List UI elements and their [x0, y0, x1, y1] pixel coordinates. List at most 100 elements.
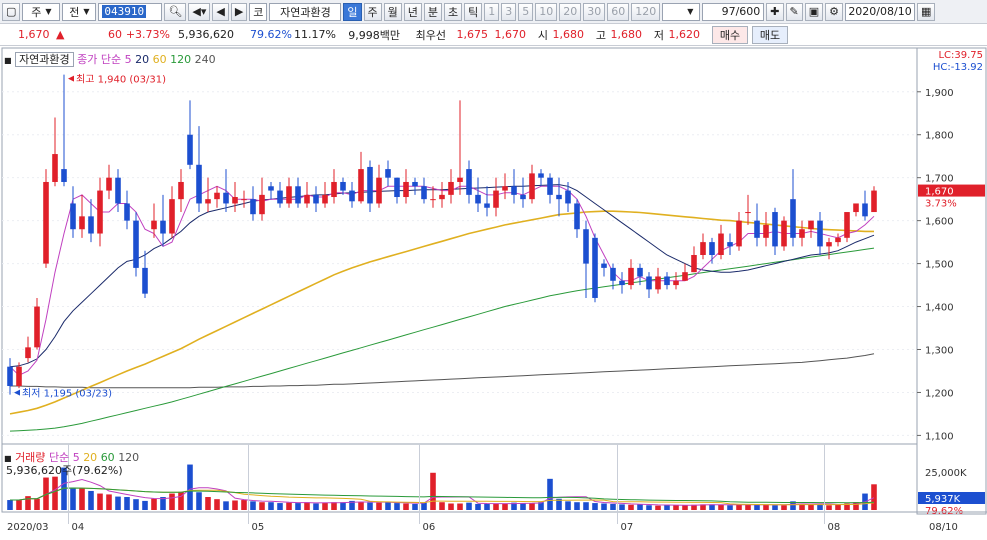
volume-bar: [529, 503, 535, 510]
candle-body: [178, 181, 184, 200]
custom-interval-select[interactable]: ▼: [662, 2, 701, 21]
speaker-icon[interactable]: ◀▾: [188, 2, 211, 21]
candle-body: [322, 194, 328, 204]
calendar-icon[interactable]: ▦: [917, 2, 936, 21]
gear-icon[interactable]: ⚙: [825, 2, 844, 21]
up-arrow-icon: ▲: [56, 28, 65, 41]
candle-body: [124, 203, 130, 221]
volume-bar: [367, 502, 373, 510]
volume-bar: [259, 502, 265, 510]
volume-bar: [637, 504, 643, 510]
candle-body: [754, 220, 760, 238]
chevron-down-icon: ▼: [83, 7, 90, 16]
candle-body: [412, 181, 418, 187]
x-tick-label: 08: [828, 522, 841, 533]
volume-bar: [475, 503, 481, 510]
date-field[interactable]: 2020/08/10: [845, 2, 916, 21]
buy-button[interactable]: 매수: [712, 25, 748, 44]
volume-bar: [682, 505, 688, 510]
volume-bar: [439, 502, 445, 510]
candle-body: [394, 177, 400, 198]
code-input[interactable]: 043910: [98, 2, 163, 21]
candle-body: [61, 169, 67, 182]
interval-5-button[interactable]: 5: [518, 2, 534, 21]
candle-body: [358, 169, 364, 202]
candle-body: [610, 267, 616, 281]
period-month-button[interactable]: 월: [383, 2, 402, 21]
market-tag: 코: [249, 2, 268, 21]
period-second-button[interactable]: 초: [444, 2, 463, 21]
stock-name: 자연과환경: [269, 2, 342, 21]
volume-bar: [322, 502, 328, 510]
price-ma-label: 종가 단순: [77, 53, 122, 66]
next-icon[interactable]: ▶: [230, 2, 248, 21]
chart-area[interactable]: 1,900 1,800 1,700 1,600 1,500 1,400 1,300 1,200…: [0, 46, 987, 537]
volume-bar: [592, 503, 598, 510]
volume-bar: [673, 505, 679, 510]
candle-body: [862, 203, 868, 217]
candle-body: [205, 199, 211, 204]
save-icon[interactable]: ▣: [804, 2, 824, 21]
y-axis-frame: [916, 47, 987, 515]
candle-body: [34, 306, 40, 348]
open-price: 1,680: [552, 28, 585, 41]
period-year-button[interactable]: 년: [403, 2, 422, 21]
interval-20-button[interactable]: 20: [559, 2, 582, 21]
period-tick-button[interactable]: 틱: [464, 2, 483, 21]
period-week-button[interactable]: 주: [363, 2, 382, 21]
search-icon[interactable]: 🔍︎: [164, 2, 187, 21]
prev-icon[interactable]: ◀: [212, 2, 229, 21]
quote-bar: 1,670 ▲ 60 +3.73% 5,936,620 79.62% 11.17…: [0, 24, 987, 46]
candle-body: [250, 199, 256, 215]
volume-bar: [250, 501, 256, 510]
volume-bar: [421, 502, 427, 510]
candle-body: [223, 192, 229, 204]
window-icon[interactable]: ▢: [2, 2, 21, 21]
candle-body: [142, 267, 148, 294]
crosshair-icon[interactable]: ✚: [766, 2, 784, 21]
candle-body: [826, 242, 832, 247]
candle-body: [871, 190, 877, 213]
volume-bar: [628, 504, 634, 510]
x-tick-label: 06: [423, 522, 436, 533]
interval-1-button[interactable]: 1: [484, 2, 500, 21]
x-current-date-label: 08/10: [929, 522, 958, 533]
candle-body: [286, 186, 292, 204]
volume-bar: [286, 502, 292, 510]
interval-10-button[interactable]: 10: [535, 2, 558, 21]
code-value: 043910: [102, 5, 147, 18]
candle-body: [538, 173, 544, 178]
candle-body: [169, 199, 175, 234]
interval-30-button[interactable]: 30: [583, 2, 606, 21]
candle-body: [7, 366, 13, 387]
candle-body: [781, 220, 787, 247]
candle-body: [484, 203, 490, 208]
stock-chart[interactable]: 1,900 1,800 1,700 1,600 1,500 1,400 1,300 1,200…: [0, 46, 987, 537]
interval-120-button[interactable]: 120: [631, 2, 661, 21]
candle-body: [601, 263, 607, 268]
volume-bar: [52, 476, 58, 510]
period-day-button[interactable]: 일: [343, 2, 362, 21]
period-minute-button[interactable]: 분: [423, 2, 443, 21]
interval-3-button[interactable]: 3: [501, 2, 517, 21]
chevron-down-icon: ▼: [687, 7, 694, 16]
low-price-note: 최저 1,195 (03/23): [22, 388, 112, 400]
best-ask: 1,675: [456, 28, 489, 41]
sell-button[interactable]: 매도: [752, 25, 788, 44]
market-select[interactable]: 주 ▼: [22, 2, 61, 21]
period-mode-select[interactable]: 전 ▼: [62, 2, 97, 21]
candle-body: [16, 366, 22, 387]
y-tick-label: 1,200: [925, 388, 954, 399]
y-tick-label: 1,300: [925, 346, 954, 357]
candle-body: [565, 190, 571, 204]
candle-body: [574, 203, 580, 230]
candle-body: [52, 154, 58, 182]
interval-60-button[interactable]: 60: [607, 2, 630, 21]
ma240-label: 240: [194, 53, 216, 66]
volume-bar: [79, 488, 85, 510]
count-field[interactable]: 97/600: [702, 2, 765, 21]
drawing-tool-icon[interactable]: ✎: [785, 2, 803, 21]
volume-bar: [817, 504, 823, 510]
candle-body: [772, 212, 778, 247]
volume-bar: [223, 501, 229, 510]
